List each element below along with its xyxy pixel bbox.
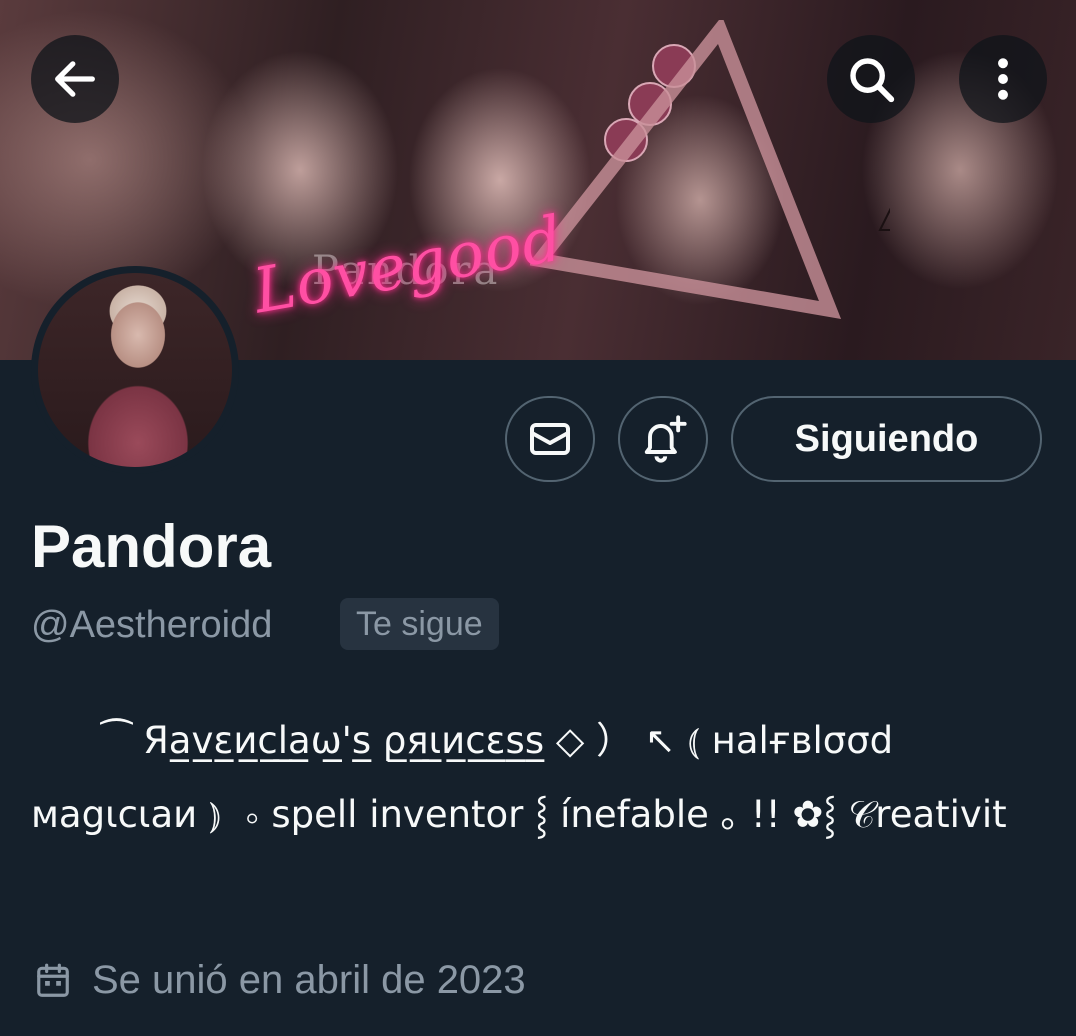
banner-neon-text: Lovegood	[248, 201, 569, 328]
more-vertical-icon	[998, 58, 1008, 100]
arrow-left-icon	[55, 61, 95, 97]
avatar[interactable]	[31, 266, 239, 474]
notifications-button[interactable]	[618, 396, 708, 482]
following-button[interactable]: Siguiendo	[731, 396, 1042, 482]
joined-text: Se unió en abril de 2023	[92, 958, 526, 1002]
avatar-image	[38, 273, 232, 467]
calendar-icon	[37, 963, 69, 997]
search-icon	[850, 58, 895, 103]
message-button[interactable]	[505, 396, 595, 482]
profile-bio: ⁀ Яa̲v̲ɛ̲и̲c̲l̲a̲ω̲'s̲ ρ̲я̲ι̲и̲c̲ɛ̲s̲s̲ …	[31, 719, 1007, 836]
more-options-button[interactable]	[959, 35, 1047, 123]
following-label: Siguiendo	[794, 417, 979, 460]
joined-date: Se unió en abril de 2023	[34, 958, 526, 1003]
follows-you-badge: Te sigue	[340, 598, 499, 650]
user-handle: @Aestheroidd	[31, 604, 273, 646]
bell-plus-icon	[644, 415, 687, 463]
mail-icon	[530, 423, 570, 455]
back-button[interactable]	[31, 35, 119, 123]
display-name: Pandora	[31, 513, 272, 580]
search-button[interactable]	[827, 35, 915, 123]
